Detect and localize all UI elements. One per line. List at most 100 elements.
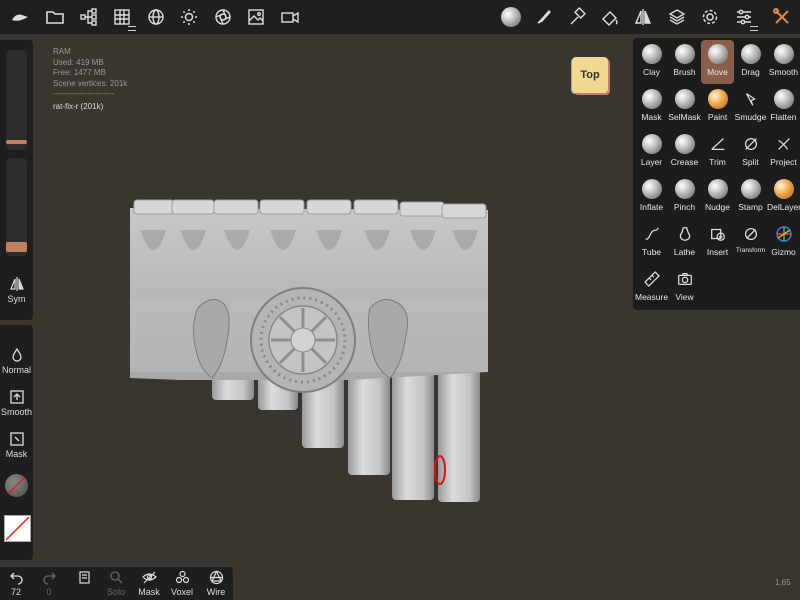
video-icon[interactable] <box>278 5 302 29</box>
aperture-icon[interactable] <box>211 5 235 29</box>
tools-icon[interactable] <box>770 5 794 29</box>
material-swatch[interactable] <box>5 474 28 497</box>
mask-toggle-button[interactable]: Mask <box>133 570 165 597</box>
mesh-name[interactable]: rat-fix-r (201k) <box>53 102 127 113</box>
nudge-icon <box>707 178 729 200</box>
eye-off-icon <box>141 571 157 584</box>
tool-lathe[interactable]: Lathe <box>668 220 701 264</box>
crease-icon <box>674 133 696 155</box>
tool-drag[interactable]: Drag <box>734 40 767 84</box>
tool-label: Flatten <box>770 112 797 122</box>
scene-info: RAM Used: 419 MB Free: 1477 MB Scene ver… <box>53 47 127 112</box>
wire-button[interactable]: Wire <box>200 570 232 597</box>
left-panel-lower: Normal Smooth Mask <box>0 325 33 560</box>
tool-label: DelLayer <box>767 202 800 212</box>
tool-project[interactable]: Project <box>767 130 800 174</box>
mask-icon <box>641 88 663 110</box>
sliders-icon[interactable] <box>732 5 758 31</box>
tool-dellayer[interactable]: DelLayer <box>767 175 800 219</box>
gizmo-icon <box>773 223 795 245</box>
mask-button[interactable]: Mask <box>0 431 33 459</box>
grid-icon[interactable] <box>110 5 136 31</box>
tool-label: Lathe <box>673 247 696 257</box>
search-icon <box>109 571 122 584</box>
globe-icon[interactable] <box>144 5 168 29</box>
material-sphere-icon[interactable] <box>499 5 523 29</box>
scene-tree-icon[interactable] <box>77 5 101 29</box>
hammer-icon[interactable] <box>565 5 589 29</box>
tool-stamp[interactable]: Stamp <box>734 175 767 219</box>
tool-label: Stamp <box>738 202 763 212</box>
tool-smooth[interactable]: Smooth <box>767 40 800 84</box>
tool-clay[interactable]: Clay <box>635 40 668 84</box>
split-icon <box>740 133 762 155</box>
normal-button[interactable]: Normal <box>0 347 33 375</box>
tool-insert[interactable]: Insert <box>701 220 734 264</box>
book-icon <box>78 571 90 584</box>
tool-label: Smudge <box>734 112 767 122</box>
tool-label: Project <box>770 157 797 167</box>
tool-view[interactable]: View <box>668 265 701 309</box>
brush-icon[interactable] <box>532 5 556 29</box>
ram-used: Used: 419 MB <box>53 57 104 67</box>
view-icon <box>674 268 696 290</box>
tube-icon <box>641 223 663 245</box>
tool-smudge[interactable]: Smudge <box>734 85 767 129</box>
tool-label: Trim <box>709 157 726 167</box>
layers-icon[interactable] <box>665 5 689 29</box>
viewport-model[interactable] <box>120 190 500 510</box>
tool-split[interactable]: Split <box>734 130 767 174</box>
sym-label: Sym <box>7 294 26 304</box>
symmetry-icon[interactable] <box>631 5 655 29</box>
tool-label: Layer <box>640 157 663 167</box>
gear-icon[interactable] <box>698 5 722 29</box>
radius-slider[interactable] <box>6 50 27 150</box>
radius-slider-knob[interactable] <box>6 140 27 144</box>
tool-measure[interactable]: Measure <box>635 265 668 309</box>
solo-label: Solo <box>106 587 125 597</box>
tool-gizmo[interactable]: Gizmo <box>767 220 800 264</box>
tool-label: Measure <box>635 292 669 302</box>
tool-selmask[interactable]: SelMask <box>668 85 701 129</box>
tool-paint[interactable]: Paint <box>701 85 734 129</box>
solo-button[interactable]: Solo <box>100 570 132 597</box>
tool-inflate[interactable]: Inflate <box>635 175 668 219</box>
tool-layer[interactable]: Layer <box>635 130 668 174</box>
brush-icon <box>674 43 696 65</box>
logo-icon[interactable] <box>8 5 32 29</box>
folder-icon[interactable] <box>43 5 67 29</box>
color-swatch[interactable] <box>4 515 31 542</box>
intensity-slider[interactable] <box>6 158 27 256</box>
sym-button[interactable]: Sym <box>0 276 33 304</box>
tool-transform[interactable]: Transform <box>734 220 767 264</box>
tool-crease[interactable]: Crease <box>668 130 701 174</box>
tool-brush[interactable]: Brush <box>668 40 701 84</box>
tool-pinch[interactable]: Pinch <box>668 175 701 219</box>
transform-icon <box>740 223 762 245</box>
sun-icon[interactable] <box>177 5 201 29</box>
redo-button[interactable]: 0 <box>33 570 65 597</box>
drop-icon <box>11 347 22 362</box>
tool-trim[interactable]: Trim <box>701 130 734 174</box>
tool-panel: Clay Brush Move Drag Smooth Mask SelMask Paint S… <box>633 38 800 310</box>
clay-icon <box>641 43 663 65</box>
tool-mask[interactable]: Mask <box>635 85 668 129</box>
paint-icon <box>707 88 729 110</box>
tool-flatten[interactable]: Flatten <box>767 85 800 129</box>
inflate-icon <box>641 178 663 200</box>
intensity-slider-knob[interactable] <box>6 242 27 252</box>
image-icon[interactable] <box>244 5 268 29</box>
undo-button[interactable]: 72 <box>0 570 32 597</box>
top-toolbar <box>0 0 800 34</box>
smooth-button[interactable]: Smooth <box>0 389 33 417</box>
history-button[interactable] <box>68 570 100 587</box>
voxel-button[interactable]: Voxel <box>166 570 198 597</box>
tool-tube[interactable]: Tube <box>635 220 668 264</box>
paint-tool-icon[interactable] <box>598 5 622 29</box>
view-cube[interactable]: Top <box>572 57 608 93</box>
voxel-label: Voxel <box>170 587 194 597</box>
tool-move[interactable]: Move <box>701 40 734 84</box>
tool-label: Insert <box>706 247 729 257</box>
tool-nudge[interactable]: Nudge <box>701 175 734 219</box>
layer-icon <box>641 133 663 155</box>
